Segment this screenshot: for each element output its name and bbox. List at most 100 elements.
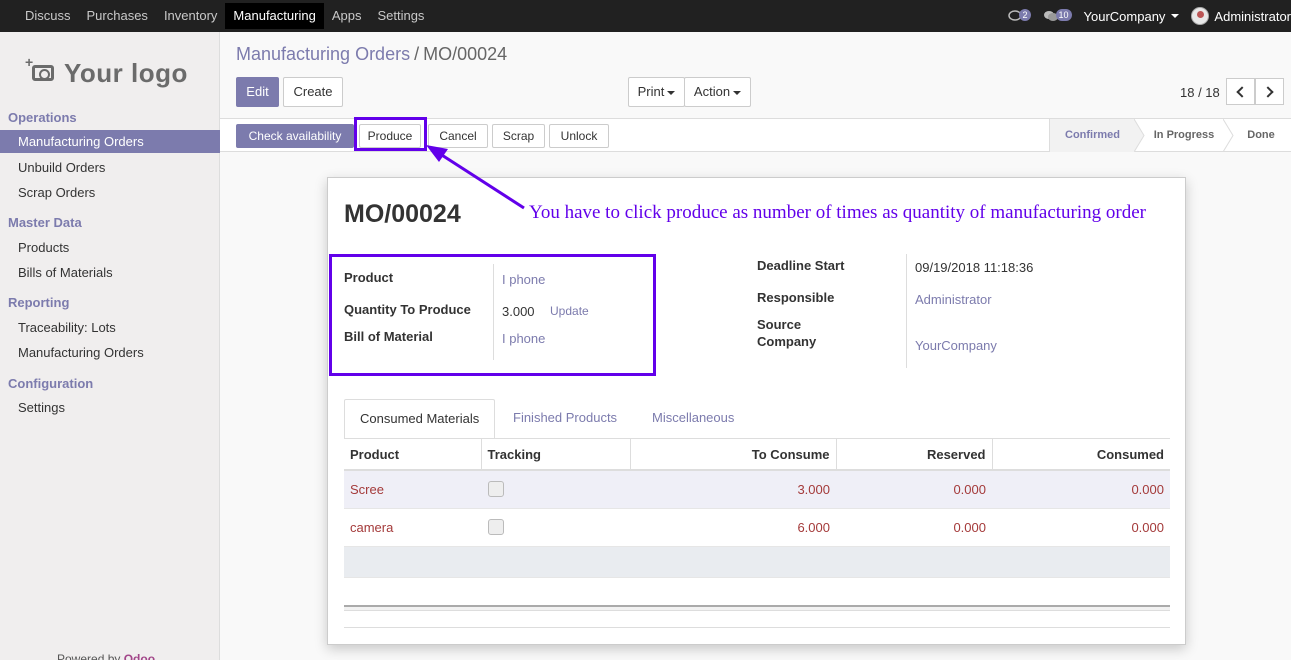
company-switcher[interactable]: YourCompany bbox=[1084, 9, 1180, 24]
cell-to-consume: 3.000 bbox=[630, 470, 836, 509]
tab-miscellaneous[interactable]: Miscellaneous bbox=[637, 399, 749, 439]
menu-manufacturing[interactable]: Manufacturing bbox=[225, 3, 324, 29]
section-reporting: Reporting bbox=[8, 295, 70, 310]
section-configuration: Configuration bbox=[8, 376, 94, 391]
pager-previous-button[interactable] bbox=[1226, 78, 1255, 105]
sidebar-item-manufacturing-orders[interactable]: Manufacturing Orders bbox=[0, 130, 220, 153]
annotation-arrow-icon bbox=[426, 145, 525, 210]
cell-product: camera bbox=[344, 508, 481, 547]
deadline-label: Deadline Start bbox=[757, 258, 845, 273]
logo-text: Your logo bbox=[64, 57, 188, 88]
product-fields-highlight-box bbox=[329, 254, 656, 376]
caret-down-icon bbox=[733, 90, 742, 95]
source-label-line2: Company bbox=[757, 334, 817, 349]
menu-discuss[interactable]: Discuss bbox=[0, 0, 79, 32]
messages-button[interactable]: 2 bbox=[1008, 9, 1031, 22]
powered-by-text: Powered by bbox=[57, 652, 121, 660]
cell-tracking bbox=[481, 470, 630, 509]
pager-value[interactable]: 18 / 18 bbox=[1180, 85, 1220, 100]
user-menu[interactable]: Administrator bbox=[1191, 7, 1291, 25]
camera-icon bbox=[25, 54, 54, 81]
cell-consumed: 0.000 bbox=[992, 470, 1170, 509]
chevron-right-icon bbox=[1262, 85, 1274, 98]
stage-separator-icon bbox=[1223, 119, 1234, 152]
source-company-value[interactable]: YourCompany bbox=[915, 338, 997, 353]
sheet-divider bbox=[344, 627, 1170, 628]
tracking-checkbox[interactable] bbox=[488, 519, 504, 535]
menu-apps[interactable]: Apps bbox=[324, 0, 370, 32]
produce-highlight-box bbox=[354, 117, 427, 151]
create-button[interactable]: Create bbox=[283, 77, 343, 107]
sidebar-item-settings[interactable]: Settings bbox=[18, 400, 65, 415]
breadcrumb: Manufacturing Orders / MO/00024 bbox=[236, 44, 507, 65]
unlock-button[interactable]: Unlock bbox=[549, 124, 609, 148]
deadline-value: 09/19/2018 11:18:36 bbox=[915, 260, 1034, 275]
form-sheet: MO/00024 Product I phone Quantity To Pro… bbox=[327, 177, 1186, 645]
source-label-line1: Source bbox=[757, 317, 802, 332]
menu-purchases[interactable]: Purchases bbox=[79, 0, 156, 32]
responsible-value[interactable]: Administrator bbox=[915, 292, 992, 307]
cell-tracking bbox=[481, 508, 630, 547]
activities-badge: 10 bbox=[1055, 9, 1072, 21]
powered-by: Powered by Odoo bbox=[57, 652, 155, 660]
breadcrumb-current: MO/00024 bbox=[423, 44, 508, 64]
sidebar-item-bills-of-materials[interactable]: Bills of Materials bbox=[18, 265, 113, 280]
activities-button[interactable]: 10 bbox=[1043, 9, 1072, 22]
action-label: Action bbox=[693, 84, 731, 99]
sidebar: Your logo Operations Manufacturing Order… bbox=[0, 32, 220, 660]
caret-down-icon bbox=[1171, 14, 1180, 18]
sidebar-item-reporting-manufacturing-orders[interactable]: Manufacturing Orders bbox=[18, 345, 144, 360]
company-name: YourCompany bbox=[1083, 8, 1166, 24]
table-empty-row bbox=[344, 546, 1170, 578]
section-master-data: Master Data bbox=[8, 215, 82, 230]
check-availability-button[interactable]: Check availability bbox=[236, 124, 354, 148]
tracking-checkbox[interactable] bbox=[488, 481, 504, 498]
cell-reserved: 0.000 bbox=[836, 470, 992, 509]
sidebar-item-traceability-lots[interactable]: Traceability: Lots bbox=[18, 320, 116, 335]
cell-to-consume: 6.000 bbox=[630, 508, 836, 547]
column-consumed[interactable]: Consumed bbox=[992, 439, 1170, 471]
menu-inventory[interactable]: Inventory bbox=[156, 0, 225, 32]
column-to-consume[interactable]: To Consume bbox=[630, 439, 837, 471]
section-operations: Operations bbox=[8, 110, 77, 125]
breadcrumb-parent[interactable]: Manufacturing Orders bbox=[236, 44, 410, 64]
action-dropdown[interactable]: Action bbox=[684, 77, 751, 107]
column-product[interactable]: Product bbox=[344, 439, 482, 471]
table-row[interactable]: Scree 3.000 0.000 0.000 bbox=[344, 470, 1170, 509]
user-name: Administrator bbox=[1214, 8, 1291, 24]
table-footer bbox=[344, 605, 1170, 611]
app-menu: Discuss Purchases Inventory Manufacturin… bbox=[0, 0, 432, 32]
column-reserved[interactable]: Reserved bbox=[836, 439, 993, 471]
print-dropdown[interactable]: Print bbox=[628, 77, 685, 107]
odoo-link[interactable]: Odoo bbox=[124, 652, 155, 660]
pager-next-button[interactable] bbox=[1255, 78, 1284, 105]
stage-confirmed[interactable]: Confirmed bbox=[1049, 119, 1135, 152]
tab-finished-products[interactable]: Finished Products bbox=[498, 399, 632, 439]
tab-consumed-materials[interactable]: Consumed Materials bbox=[344, 399, 496, 439]
table-header-row: Product Tracking To Consume Reserved Con… bbox=[344, 439, 1170, 471]
cell-consumed: 0.000 bbox=[992, 508, 1170, 547]
source-company-label: Source Company bbox=[757, 317, 816, 351]
top-navbar: Discuss Purchases Inventory Manufacturin… bbox=[0, 0, 1291, 32]
chevron-left-icon bbox=[1236, 85, 1248, 98]
caret-down-icon bbox=[667, 90, 676, 95]
menu-settings[interactable]: Settings bbox=[369, 0, 432, 32]
user-avatar bbox=[1191, 7, 1210, 25]
consumed-materials-table: Product Tracking To Consume Reserved Con… bbox=[344, 439, 1170, 578]
company-logo[interactable]: Your logo bbox=[25, 54, 192, 90]
sidebar-item-unbuild-orders[interactable]: Unbuild Orders bbox=[18, 160, 105, 175]
sidebar-item-products[interactable]: Products bbox=[18, 240, 69, 255]
stage-done[interactable]: Done bbox=[1238, 119, 1284, 152]
edit-button[interactable]: Edit bbox=[236, 77, 279, 107]
breadcrumb-separator: / bbox=[414, 44, 420, 64]
column-tracking[interactable]: Tracking bbox=[481, 439, 631, 471]
responsible-label: Responsible bbox=[757, 290, 835, 305]
cell-product: Scree bbox=[344, 470, 481, 509]
field-divider bbox=[906, 254, 907, 368]
sidebar-item-scrap-orders[interactable]: Scrap Orders bbox=[18, 185, 95, 200]
print-label: Print bbox=[637, 84, 665, 99]
table-row[interactable]: camera 6.000 0.000 0.000 bbox=[344, 508, 1170, 547]
messages-badge: 2 bbox=[1019, 9, 1031, 21]
annotation-text: You have to click produce as number of t… bbox=[529, 202, 1146, 223]
stage-in-progress[interactable]: In Progress bbox=[1146, 119, 1222, 152]
